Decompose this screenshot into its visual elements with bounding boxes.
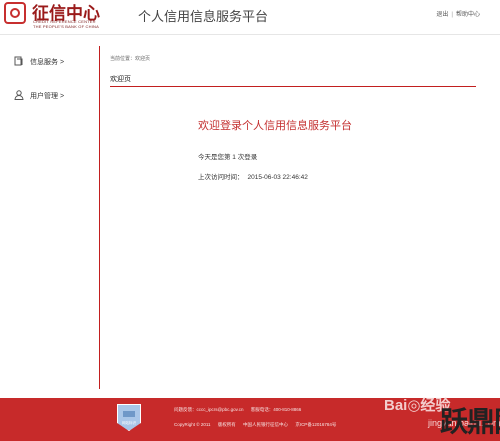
link-separator: | xyxy=(451,12,453,18)
content-left-border xyxy=(99,46,100,389)
footer-copyright-line: CopyRight © 2011 版权所有 中国人民银行征信中心 京ICP备12… xyxy=(174,422,336,428)
last-visit-label: 上次访问时间： xyxy=(198,174,244,181)
organization-name: 中国人民银行征信中心 xyxy=(243,422,289,427)
welcome-heading: 欢迎登录个人信用信息服务平台 xyxy=(198,120,352,132)
panel-title-underline xyxy=(110,86,476,87)
feedback-email[interactable]: 问题反馈：cccc_ipcrs@pbc.gov.cn xyxy=(174,407,244,413)
last-visit-value: 2015-06-03 22:46:42 xyxy=(247,174,308,181)
user-icon xyxy=(14,90,24,100)
copyright: CopyRight © 2011 xyxy=(174,422,211,427)
sidebar-item-info-services[interactable]: 信息服务 > xyxy=(10,52,95,72)
breadcrumb: 当前位置：欢迎页 xyxy=(110,56,151,62)
logout-link[interactable]: 退出 xyxy=(436,9,448,18)
rights-reserved: 版权所有 xyxy=(217,422,236,427)
site-identity-badge-icon[interactable]: 网站标识 xyxy=(117,404,141,431)
header: 征信中心 CREDIT REFERENCE CENTER THE PEOPLE'… xyxy=(0,0,500,29)
sidebar-item-label: 用户管理 > xyxy=(30,93,65,100)
icp-number[interactable]: 京ICP备12016784号 xyxy=(295,422,336,428)
footer-contact-line: 问题反馈：cccc_ipcrs@pbc.gov.cn 客服电话：400-810-… xyxy=(174,407,301,413)
site-watermark-logo: 跃鼎网 xyxy=(440,405,500,438)
service-phone: 客服电话：400-810-8866 xyxy=(250,407,302,412)
logo-seal-icon xyxy=(4,2,26,24)
panel-title: 欢迎页 xyxy=(110,76,131,83)
top-links: 退出 | 帮助中心 xyxy=(436,9,480,18)
logo-english-line2: THE PEOPLE'S BANK OF CHINA xyxy=(33,24,99,29)
header-divider xyxy=(0,34,500,35)
login-count-text: 今天是您第 1 次登录 xyxy=(198,154,258,161)
sidebar-item-user-management[interactable]: 用户管理 > xyxy=(10,86,95,106)
document-icon xyxy=(14,56,23,66)
site-title: 个人信用信息服务平台 xyxy=(138,9,269,24)
last-visit-text: 上次访问时间： 2015-06-03 22:46:42 xyxy=(198,171,308,181)
sidebar: 信息服务 > 用户管理 > xyxy=(10,52,95,120)
help-center-link[interactable]: 帮助中心 xyxy=(456,9,480,18)
sidebar-item-label: 信息服务 > xyxy=(30,59,65,66)
badge-text: 网站标识 xyxy=(122,421,136,425)
